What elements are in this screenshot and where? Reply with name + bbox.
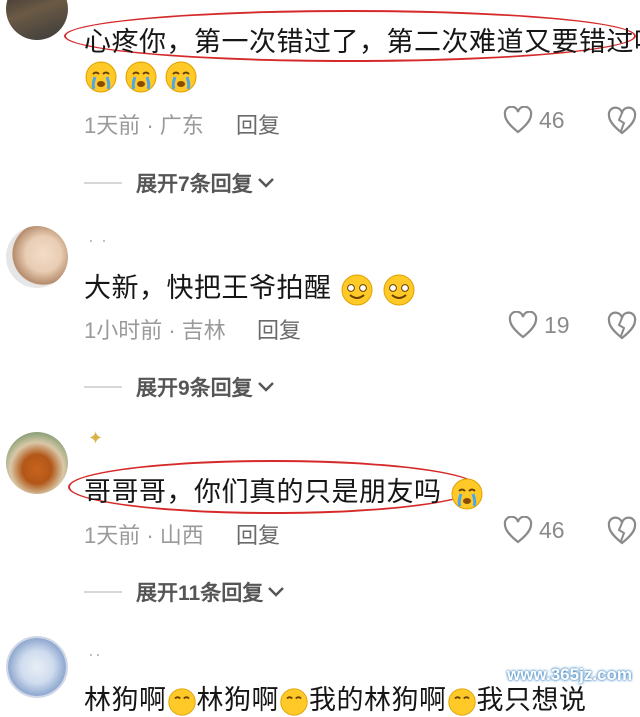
expand-replies-label: 展开11条回复 xyxy=(136,582,264,605)
comment-text: 大新，快把王爷拍醒 xyxy=(84,266,416,307)
chevron-down-icon xyxy=(257,178,274,188)
like-button[interactable]: 46 xyxy=(503,516,565,544)
smiling-face-icon xyxy=(383,274,415,306)
heart-icon xyxy=(503,516,533,544)
reply-button[interactable]: 回复 xyxy=(236,108,280,140)
comment-text: 心疼你，第一次错过了，第二次难道又要错过吗 xyxy=(84,27,640,57)
smiling-face-icon xyxy=(341,274,373,306)
expand-replies-button[interactable]: 展开11条回复 xyxy=(84,577,285,607)
heart-icon xyxy=(508,311,538,339)
emoji-row xyxy=(84,60,198,94)
crying-face-icon xyxy=(125,61,157,93)
username: ·· xyxy=(88,644,102,664)
dislike-icon[interactable] xyxy=(607,106,637,136)
dislike-icon[interactable] xyxy=(607,516,637,546)
comment-meta: 1天前 · 山西 xyxy=(84,523,204,548)
expand-replies-button[interactable]: 展开7条回复 xyxy=(84,168,275,198)
comment-meta: 1天前 · 广东 xyxy=(84,113,204,138)
grinning-face-icon xyxy=(167,688,196,716)
divider xyxy=(84,182,122,184)
heart-icon xyxy=(503,106,533,134)
like-button[interactable]: 19 xyxy=(508,311,570,339)
crying-face-icon xyxy=(451,478,483,510)
grinning-face-icon xyxy=(447,688,476,716)
like-count: 19 xyxy=(544,311,570,338)
crying-face-icon xyxy=(165,61,197,93)
reply-button[interactable]: 回复 xyxy=(257,313,301,345)
reply-button[interactable]: 回复 xyxy=(236,518,280,550)
crying-face-icon xyxy=(85,61,117,93)
chevron-down-icon xyxy=(268,587,285,597)
divider xyxy=(84,386,122,388)
like-count: 46 xyxy=(539,106,565,133)
username: ✦ xyxy=(88,428,105,448)
expand-replies-button[interactable]: 展开9条回复 xyxy=(84,372,275,402)
dislike-icon[interactable] xyxy=(607,311,637,341)
chevron-down-icon xyxy=(257,382,274,392)
watermark: www.365jz.com xyxy=(506,665,632,684)
avatar[interactable] xyxy=(6,0,68,40)
comment-text: 哥哥哥，你们真的只是朋友吗 xyxy=(84,470,484,511)
avatar[interactable] xyxy=(6,432,68,494)
grinning-face-icon xyxy=(280,688,308,716)
like-count: 46 xyxy=(539,516,565,543)
avatar[interactable] xyxy=(6,226,68,288)
comment-meta: 1小时前 · 吉林 xyxy=(84,318,226,343)
username: · · xyxy=(88,230,108,250)
divider xyxy=(84,591,122,593)
avatar[interactable] xyxy=(6,636,68,698)
like-button[interactable]: 46 xyxy=(503,106,565,134)
expand-replies-label: 展开7条回复 xyxy=(136,173,253,196)
expand-replies-label: 展开9条回复 xyxy=(136,377,253,400)
